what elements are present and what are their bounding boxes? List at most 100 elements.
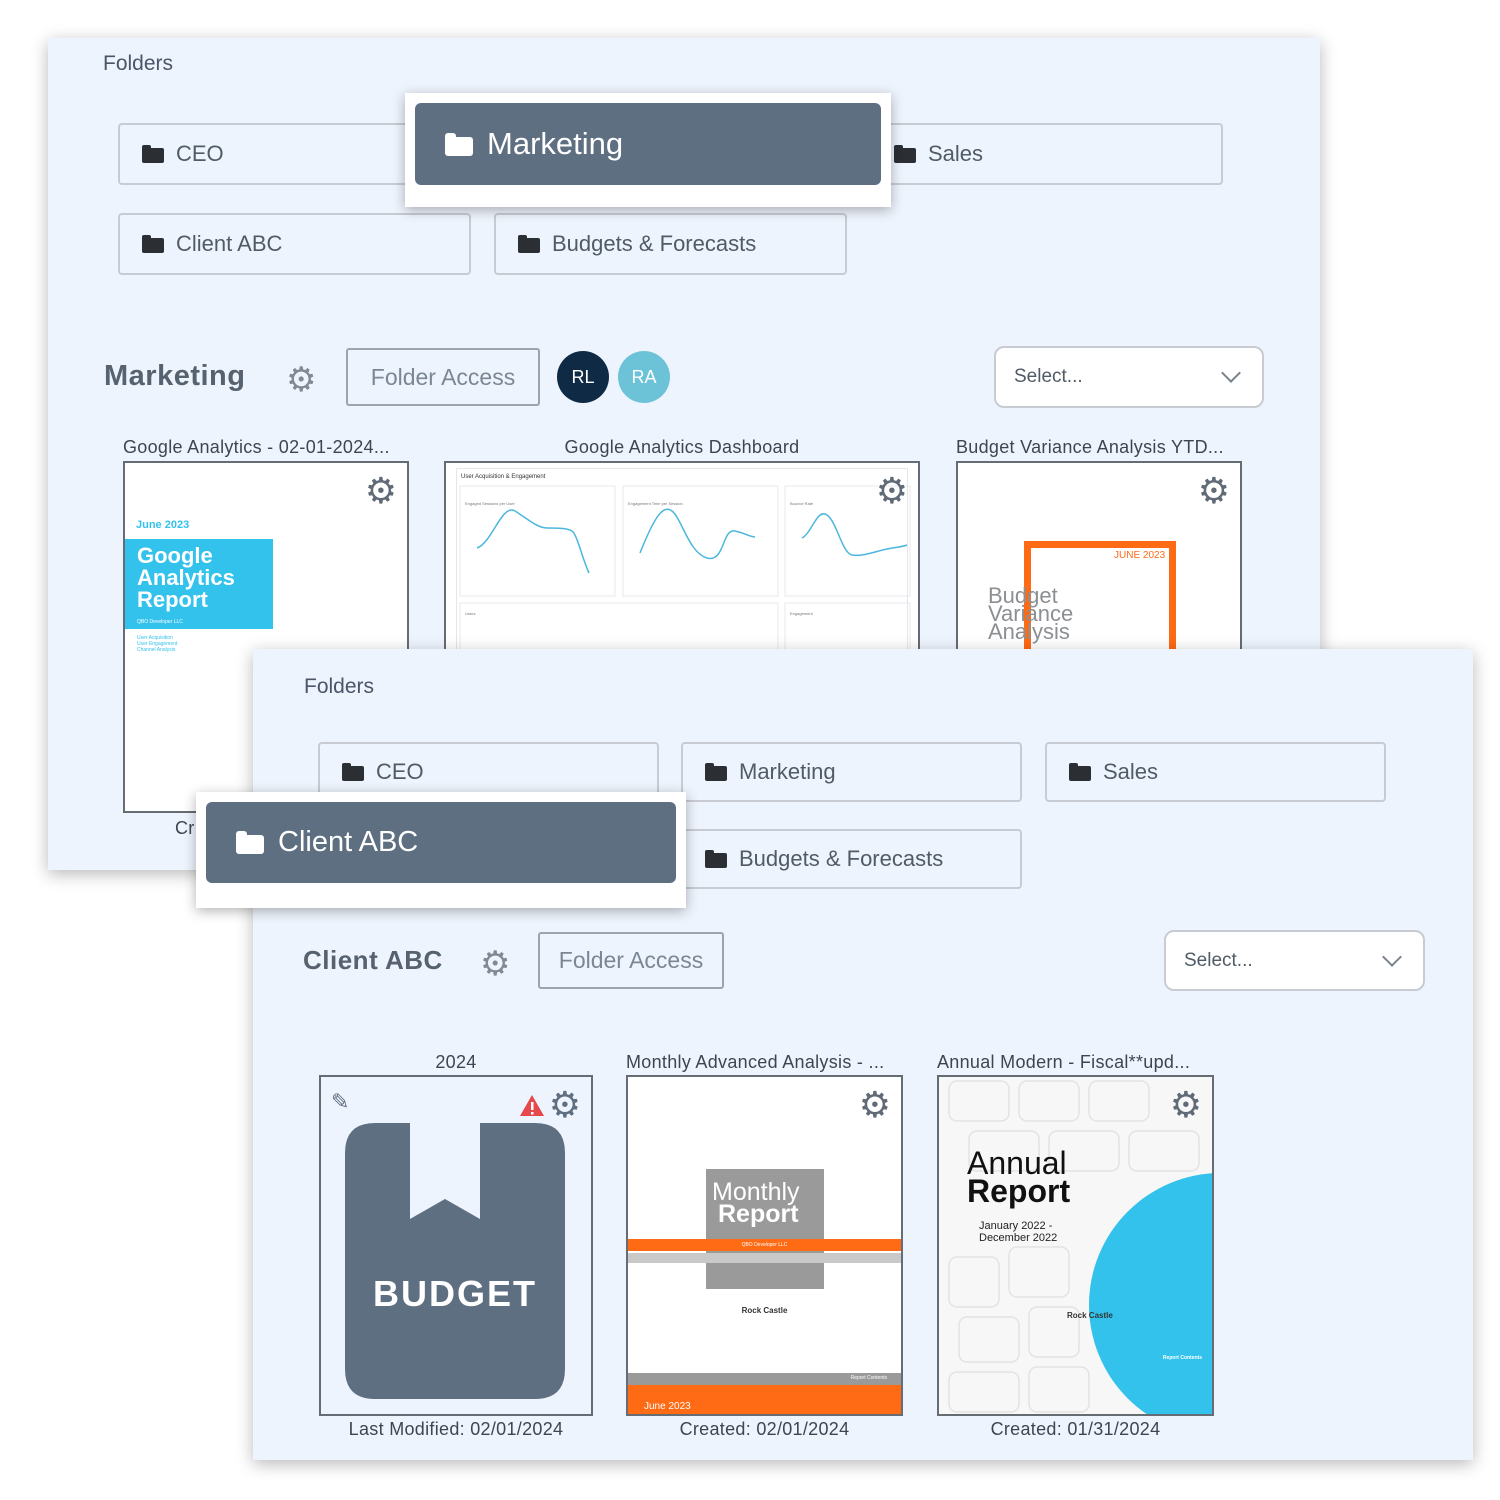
dashboard-chart-label: Engagement <box>790 611 813 616</box>
thumb-period: January 2022 - <box>979 1220 1053 1232</box>
budget-bookmark-icon <box>345 1123 565 1399</box>
thumb-brand: Rock Castle <box>741 1306 788 1315</box>
folder-label: CEO <box>176 141 224 166</box>
thumb-title-line: Analytics <box>137 565 235 590</box>
folder-sales[interactable]: Sales <box>870 123 1223 185</box>
thumb-background-pattern <box>948 1080 1212 1414</box>
report-settings-gear-icon[interactable]: ⚙ <box>1170 1087 1202 1123</box>
folder-budgets-forecasts[interactable]: Budgets & Forecasts <box>494 213 847 275</box>
folder-client-abc-active[interactable]: Client ABC <box>206 802 676 883</box>
report-footer: Last Modified: 02/01/2024 <box>348 1419 564 1439</box>
report-settings-gear-icon[interactable]: ⚙ <box>365 473 397 509</box>
report-title: Google Analytics - 02-01-2024... <box>123 437 390 457</box>
chevron-down-icon <box>1221 363 1241 383</box>
report-title: 2024 <box>435 1052 477 1072</box>
folder-budgets-forecasts[interactable]: Budgets & Forecasts <box>681 829 1022 889</box>
thumb-company: QBO Developer LLC <box>137 619 183 625</box>
thumb-title-line: Report <box>967 1173 1071 1209</box>
folder-marketing-active[interactable]: Marketing <box>415 103 881 185</box>
folder-icon <box>518 235 540 253</box>
report-footer: Created: 01/31/2024 <box>990 1419 1161 1439</box>
thumb-company: QBO Developer LLC <box>741 1242 788 1248</box>
avatar[interactable]: RL <box>557 351 609 403</box>
budget-label: BUDGET <box>373 1273 537 1314</box>
report-settings-gear-icon[interactable]: ⚙ <box>1198 473 1230 509</box>
report-footer: Cr <box>175 818 195 838</box>
thumb-title-line: Google <box>137 543 213 568</box>
thumb-item: Channel Analysis <box>137 647 176 653</box>
folder-icon <box>342 763 364 781</box>
folder-icon <box>894 145 916 163</box>
thumb-date: June 2023 <box>136 519 190 531</box>
folder-marketing[interactable]: Marketing <box>681 742 1022 802</box>
thumb-title-line: Report <box>137 587 208 612</box>
report-settings-gear-icon[interactable]: ⚙ <box>859 1087 891 1123</box>
report-title: Annual Modern - Fiscal**upd... <box>937 1052 1191 1072</box>
thumb-title-line: Report <box>718 1200 799 1228</box>
folder-access-button[interactable]: Folder Access <box>538 932 724 989</box>
warning-icon[interactable] <box>519 1093 545 1117</box>
folder-icon <box>705 763 727 781</box>
folder-icon <box>236 831 264 854</box>
report-card-budget-variance[interactable]: JUNE 2023 Budget Variance Analysis ⚙ <box>956 461 1242 681</box>
report-select-dropdown[interactable]: Select... <box>1164 930 1425 991</box>
thumb-grey-band <box>628 1253 901 1263</box>
thumb-date: June 2023 <box>644 1401 691 1412</box>
report-select-dropdown[interactable]: Select... <box>994 346 1264 408</box>
folder-sales[interactable]: Sales <box>1045 742 1386 802</box>
dashboard-chart-label: Users <box>465 611 476 616</box>
folder-label: CEO <box>376 759 424 784</box>
thumb-contents: Report Contents <box>850 1375 887 1381</box>
folders-heading: Folders <box>103 52 174 75</box>
select-placeholder: Select... <box>1014 366 1083 387</box>
report-footer: Created: 02/01/2024 <box>679 1419 850 1439</box>
folder-label: Client ABC <box>278 826 419 858</box>
report-settings-gear-icon[interactable]: ⚙ <box>876 473 908 509</box>
folder-label: Marketing <box>487 126 624 161</box>
dashboard-chart-label: Engaged Sessions per User <box>465 501 515 506</box>
report-card-budget-2024[interactable]: ✎ ⚙ BUDGET <box>319 1075 593 1416</box>
folder-label: Sales <box>1103 759 1159 784</box>
report-title: Monthly Advanced Analysis - ... <box>626 1052 885 1072</box>
thumb-date: JUNE 2023 <box>1114 550 1166 561</box>
thumb-title-line: Analysis <box>988 619 1070 644</box>
report-card-ga-dashboard[interactable]: User Acquisition & Engagement Engaged Se… <box>444 461 920 681</box>
folder-settings-gear-icon[interactable]: ⚙ <box>286 363 316 397</box>
folder-icon <box>705 850 727 868</box>
select-placeholder: Select... <box>1184 949 1253 971</box>
thumb-brand: Rock Castle <box>1067 1311 1113 1320</box>
active-folder-popout: Client ABC <box>196 792 686 908</box>
folder-icon <box>1069 763 1091 781</box>
active-folder-popout: Marketing <box>405 93 891 207</box>
dashboard-header: User Acquisition & Engagement <box>461 474 546 480</box>
folder-access-button[interactable]: Folder Access <box>346 348 540 406</box>
chevron-down-icon <box>1382 947 1402 967</box>
folder-icon <box>142 145 164 163</box>
thumb-contents: Report Contents <box>1162 1355 1202 1361</box>
dashboard-thumbnail: User Acquisition & Engagement Engaged Se… <box>456 468 911 679</box>
report-title: Google Analytics Dashboard <box>564 437 800 457</box>
folders-heading: Folders <box>304 675 375 698</box>
folder-label: Marketing <box>739 759 836 784</box>
folder-title: Client ABC <box>303 945 443 975</box>
thumb-period: December 2022 <box>979 1232 1058 1244</box>
dashboard-chart-label: Engagement Time per Session <box>628 501 683 506</box>
folder-settings-gear-icon[interactable]: ⚙ <box>480 947 510 981</box>
client-abc-folder-panel: Folders CEO Marketing Sales Budgets & Fo… <box>253 649 1473 1460</box>
folder-label: Client ABC <box>176 231 283 256</box>
report-settings-gear-icon[interactable]: ⚙ <box>549 1087 581 1123</box>
folder-label: Budgets & Forecasts <box>739 846 944 871</box>
report-title: Budget Variance Analysis YTD... <box>956 437 1224 457</box>
folder-icon <box>445 132 473 156</box>
report-card-monthly-analysis[interactable]: Monthly Report QBO Developer LLC Rock Ca… <box>626 1075 903 1416</box>
folder-client-abc[interactable]: Client ABC <box>118 213 471 275</box>
folder-label: Budgets & Forecasts <box>552 231 757 256</box>
report-card-annual-modern[interactable]: Annual Report January 2022 - December 20… <box>937 1075 1214 1416</box>
folder-label: Sales <box>928 141 984 166</box>
edit-pencil-icon[interactable]: ✎ <box>331 1091 349 1113</box>
thumb-title-block: Google Analytics Report <box>125 539 273 629</box>
folder-icon <box>142 235 164 253</box>
avatar[interactable]: RA <box>618 351 670 403</box>
folder-title: Marketing <box>104 360 246 392</box>
dashboard-chart-label: Bounce Rate <box>790 501 814 506</box>
